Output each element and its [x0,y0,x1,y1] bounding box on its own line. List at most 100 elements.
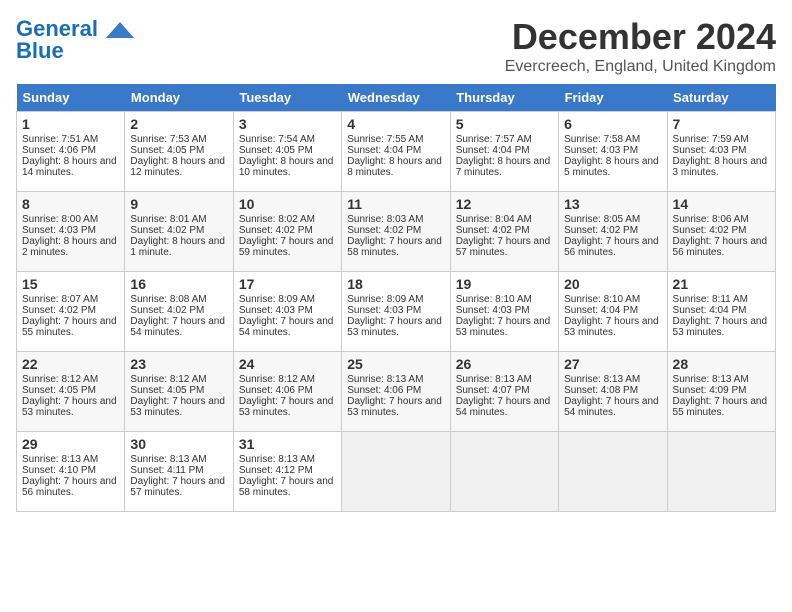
week-row-4: 22Sunrise: 8:12 AMSunset: 4:05 PMDayligh… [17,352,776,432]
daylight-text: Daylight: 8 hours and 2 minutes. [22,236,117,258]
day-number: 14 [673,196,770,212]
sunset-text: Sunset: 4:02 PM [130,305,204,316]
sunrise-text: Sunrise: 7:55 AM [347,134,423,145]
calendar-cell [667,432,775,512]
sunset-text: Sunset: 4:04 PM [673,305,747,316]
day-number: 26 [456,356,553,372]
header-row: SundayMondayTuesdayWednesdayThursdayFrid… [17,84,776,112]
day-header-monday: Monday [125,84,233,112]
daylight-text: Daylight: 8 hours and 1 minute. [130,236,225,258]
location-title: Evercreech, England, United Kingdom [505,58,776,76]
sunrise-text: Sunrise: 8:03 AM [347,214,423,225]
day-number: 21 [673,276,770,292]
sunset-text: Sunset: 4:02 PM [347,225,421,236]
sunset-text: Sunset: 4:03 PM [456,305,530,316]
day-number: 22 [22,356,119,372]
daylight-text: Daylight: 7 hours and 55 minutes. [22,316,117,338]
daylight-text: Daylight: 7 hours and 53 minutes. [130,396,225,418]
logo-blue: Blue [16,38,64,64]
sunset-text: Sunset: 4:05 PM [130,145,204,156]
calendar-cell: 20Sunrise: 8:10 AMSunset: 4:04 PMDayligh… [559,272,667,352]
daylight-text: Daylight: 8 hours and 12 minutes. [130,156,225,178]
sunrise-text: Sunrise: 8:06 AM [673,214,749,225]
sunrise-text: Sunrise: 7:57 AM [456,134,532,145]
daylight-text: Daylight: 7 hours and 56 minutes. [22,476,117,498]
sunset-text: Sunset: 4:10 PM [22,465,96,476]
day-number: 29 [22,436,119,452]
day-number: 5 [456,116,553,132]
sunset-text: Sunset: 4:04 PM [564,305,638,316]
day-number: 15 [22,276,119,292]
sunrise-text: Sunrise: 8:09 AM [239,294,315,305]
sunrise-text: Sunrise: 8:13 AM [564,374,640,385]
calendar-cell [559,432,667,512]
sunset-text: Sunset: 4:05 PM [22,385,96,396]
day-number: 4 [347,116,444,132]
calendar-cell: 13Sunrise: 8:05 AMSunset: 4:02 PMDayligh… [559,192,667,272]
calendar-cell: 2Sunrise: 7:53 AMSunset: 4:05 PMDaylight… [125,112,233,192]
calendar-cell: 21Sunrise: 8:11 AMSunset: 4:04 PMDayligh… [667,272,775,352]
sunrise-text: Sunrise: 8:10 AM [456,294,532,305]
daylight-text: Daylight: 7 hours and 56 minutes. [564,236,659,258]
sunset-text: Sunset: 4:03 PM [22,225,96,236]
week-row-5: 29Sunrise: 8:13 AMSunset: 4:10 PMDayligh… [17,432,776,512]
calendar-cell: 14 Sunrise: 8:06 AMSunset: 4:02 PMDayligh… [667,192,775,272]
sunset-text: Sunset: 4:04 PM [347,145,421,156]
calendar-cell: 25Sunrise: 8:13 AMSunset: 4:06 PMDayligh… [342,352,450,432]
sunset-text: Sunset: 4:02 PM [673,225,747,236]
daylight-text: Daylight: 8 hours and 7 minutes. [456,156,551,178]
calendar-cell: 12Sunrise: 8:04 AMSunset: 4:02 PMDayligh… [450,192,558,272]
calendar-cell: 22Sunrise: 8:12 AMSunset: 4:05 PMDayligh… [17,352,125,432]
day-number: 13 [564,196,661,212]
calendar-cell [342,432,450,512]
logo-icon [104,20,136,40]
day-number: 17 [239,276,336,292]
sunset-text: Sunset: 4:06 PM [347,385,421,396]
calendar-cell: 23Sunrise: 8:12 AMSunset: 4:05 PMDayligh… [125,352,233,432]
logo: General Blue [16,16,136,64]
sunset-text: Sunset: 4:04 PM [456,145,530,156]
sunset-text: Sunset: 4:02 PM [239,225,313,236]
day-number: 8 [22,196,119,212]
sunset-text: Sunset: 4:03 PM [564,145,638,156]
calendar-header: SundayMondayTuesdayWednesdayThursdayFrid… [17,84,776,112]
calendar-cell: 15Sunrise: 8:07 AMSunset: 4:02 PMDayligh… [17,272,125,352]
daylight-text: Daylight: 8 hours and 5 minutes. [564,156,659,178]
sunset-text: Sunset: 4:02 PM [22,305,96,316]
daylight-text: Daylight: 7 hours and 54 minutes. [130,316,225,338]
calendar-cell: 1Sunrise: 7:51 AMSunset: 4:06 PMDaylight… [17,112,125,192]
day-number: 2 [130,116,227,132]
calendar-cell: 7Sunrise: 7:59 AMSunset: 4:03 PMDaylight… [667,112,775,192]
calendar-cell: 30Sunrise: 8:13 AMSunset: 4:11 PMDayligh… [125,432,233,512]
day-number: 25 [347,356,444,372]
calendar-cell: 4 Sunrise: 7:55 AMSunset: 4:04 PMDaylight… [342,112,450,192]
week-row-1: 1Sunrise: 7:51 AMSunset: 4:06 PMDaylight… [17,112,776,192]
calendar-cell: 10Sunrise: 8:02 AMSunset: 4:02 PMDayligh… [233,192,341,272]
sunrise-text: Sunrise: 8:12 AM [130,374,206,385]
sunrise-text: Sunrise: 8:11 AM [673,294,748,305]
daylight-text: Daylight: 7 hours and 55 minutes. [673,396,768,418]
sunrise-text: Sunrise: 8:02 AM [239,214,315,225]
daylight-text: Daylight: 7 hours and 53 minutes. [22,396,117,418]
calendar-cell: 6Sunrise: 7:58 AMSunset: 4:03 PMDaylight… [559,112,667,192]
daylight-text: Daylight: 7 hours and 56 minutes. [673,236,768,258]
daylight-text: Daylight: 8 hours and 8 minutes. [347,156,442,178]
calendar-cell: 5 Sunrise: 7:57 AMSunset: 4:04 PMDaylight… [450,112,558,192]
day-number: 12 [456,196,553,212]
daylight-text: Daylight: 7 hours and 59 minutes. [239,236,334,258]
month-title: December 2024 [505,16,776,58]
header: General Blue December 2024 Evercreech, E… [16,16,776,76]
sunrise-text: Sunrise: 7:58 AM [564,134,640,145]
sunset-text: Sunset: 4:07 PM [456,385,530,396]
daylight-text: Daylight: 7 hours and 53 minutes. [347,316,442,338]
daylight-text: Daylight: 7 hours and 53 minutes. [347,396,442,418]
sunrise-text: Sunrise: 8:12 AM [239,374,315,385]
day-number: 30 [130,436,227,452]
sunrise-text: Sunrise: 7:51 AM [22,134,98,145]
daylight-text: Daylight: 8 hours and 10 minutes. [239,156,334,178]
day-number: 1 [22,116,119,132]
sunrise-text: Sunrise: 8:09 AM [347,294,423,305]
day-number: 31 [239,436,336,452]
day-number: 23 [130,356,227,372]
sunrise-text: Sunrise: 8:04 AM [456,214,532,225]
